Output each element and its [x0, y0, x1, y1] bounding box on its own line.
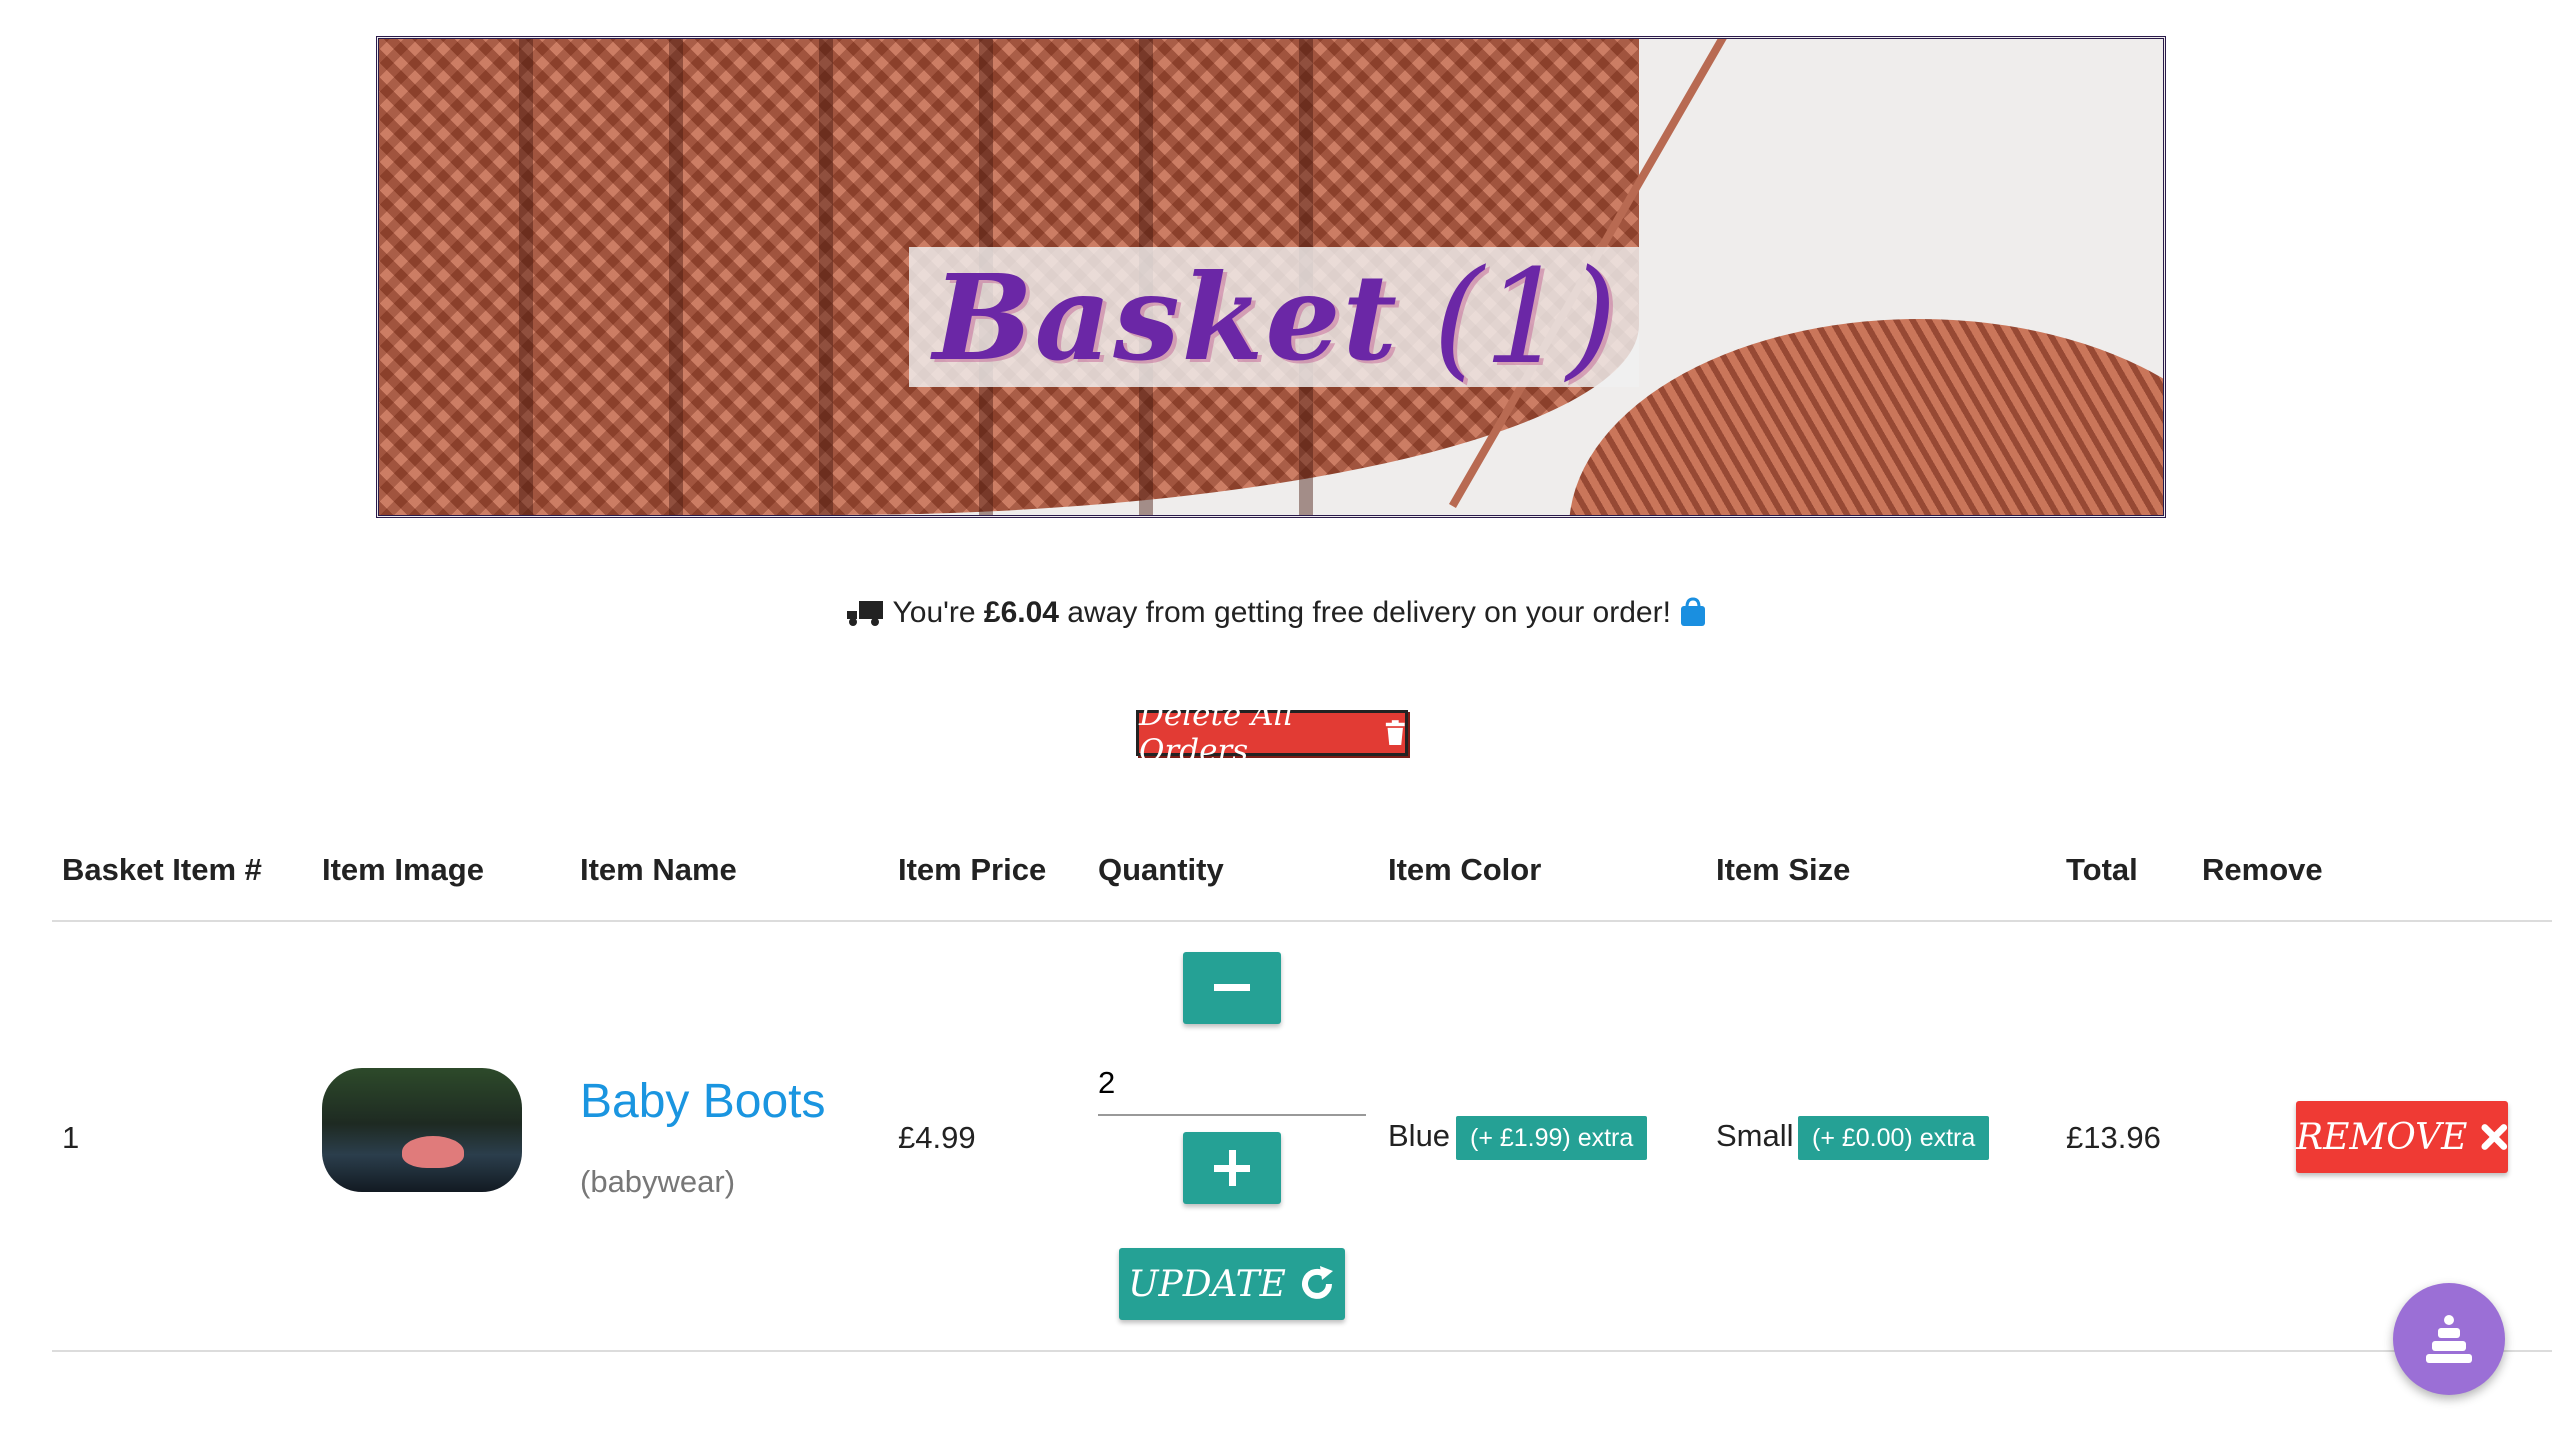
header-item-color: Item Color [1388, 852, 1542, 887]
plus-icon [1214, 1150, 1250, 1186]
item-image [322, 1068, 522, 1192]
header-item-price: Item Price [898, 852, 1047, 887]
yarn-ball-image [1569, 319, 2163, 515]
remove-item-button[interactable]: REMOVE [2296, 1101, 2508, 1173]
delivery-suffix: away from getting free delivery on your … [1058, 596, 1671, 629]
basket-item-number: 1 [62, 1120, 80, 1155]
banner-title-box: Basket (1) [909, 241, 1639, 393]
item-color-value: Blue [1388, 1118, 1451, 1153]
header-remove: Remove [2202, 852, 2323, 887]
item-name-link[interactable]: Baby Boots [580, 1074, 825, 1129]
delivery-amount: £6.04 [983, 596, 1059, 629]
size-extra-badge: (+ £0.00) extra [1798, 1116, 1990, 1160]
baby-boots-photo [402, 1136, 464, 1168]
remove-label: REMOVE [2296, 1116, 2468, 1158]
header-item-size: Item Size [1716, 852, 1851, 887]
header-total: Total [2066, 852, 2138, 887]
minus-icon [1214, 984, 1250, 991]
item-price: £4.99 [898, 1120, 976, 1155]
item-category: (babywear) [580, 1164, 736, 1199]
page-title: Basket [933, 247, 1399, 387]
trash-icon [1385, 720, 1405, 745]
close-icon [2481, 1124, 2508, 1150]
row-divider [52, 1350, 2552, 1352]
header-basket-item-number: Basket Item # [62, 852, 262, 887]
refresh-icon [1301, 1266, 1333, 1299]
color-extra-badge: (+ £1.99) extra [1456, 1116, 1648, 1160]
increase-quantity-button[interactable] [1183, 1132, 1281, 1204]
header-quantity: Quantity [1098, 852, 1224, 887]
decrease-quantity-button[interactable] [1183, 952, 1281, 1024]
delete-all-orders-label: Delete All Orders [1139, 697, 1294, 769]
delivery-prefix: You're [892, 596, 984, 629]
floating-cake-button[interactable] [2393, 1283, 2505, 1395]
shopping-bag-icon [1681, 597, 1706, 626]
basket-count: (1) [1432, 241, 1618, 393]
header-item-name: Item Name [580, 852, 737, 887]
item-size-value: Small [1716, 1118, 1794, 1153]
delete-all-orders-button[interactable]: Delete All Orders [1136, 697, 1408, 769]
shipping-truck-icon [846, 601, 883, 626]
header-item-image: Item Image [322, 852, 484, 887]
free-delivery-notice: You're £6.04 away from getting free deli… [0, 596, 2552, 630]
cake-icon [2426, 1315, 2472, 1363]
item-total: £13.96 [2066, 1120, 2161, 1155]
update-label: UPDATE [1128, 1263, 1286, 1305]
basket-banner: Basket (1) [376, 36, 2166, 518]
header-divider [52, 920, 2552, 922]
quantity-input[interactable] [1098, 1052, 1366, 1116]
update-button[interactable]: UPDATE [1119, 1248, 1345, 1320]
